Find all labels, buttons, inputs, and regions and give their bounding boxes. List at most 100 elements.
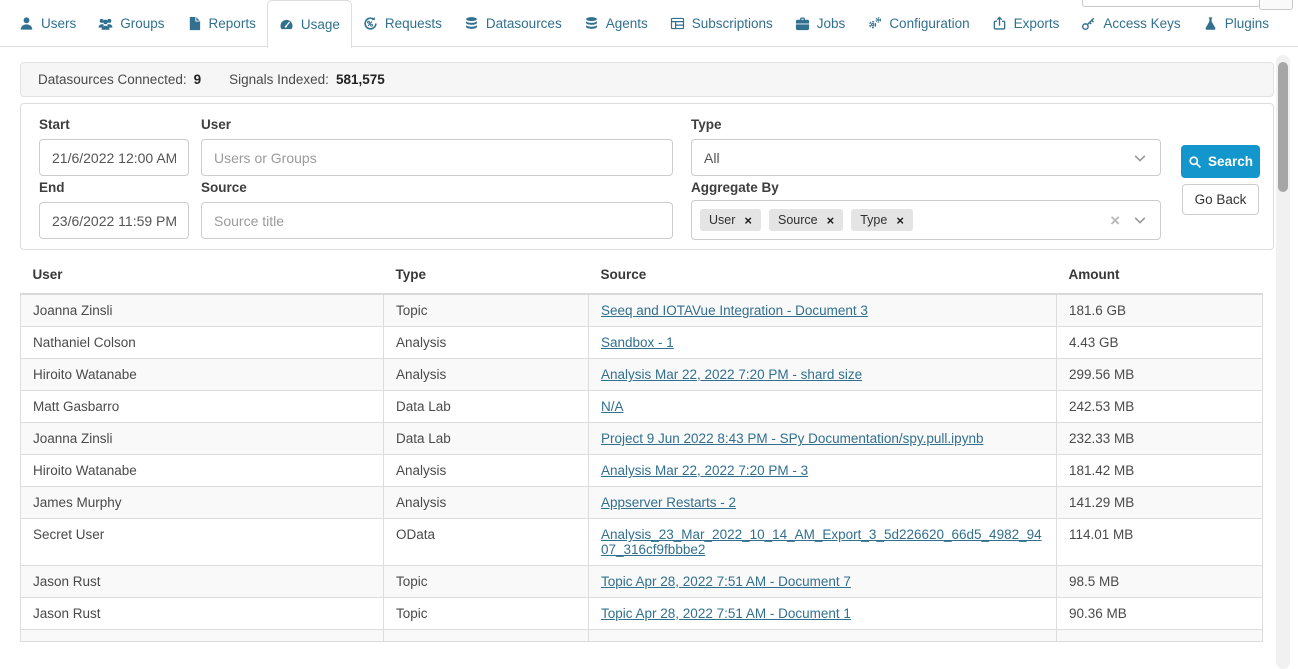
filter-panel: Start End User Source Type All Aggregate… [20, 103, 1274, 250]
table-list-icon [670, 16, 685, 31]
signals-indexed-value: 581,575 [336, 72, 385, 87]
tab-label: Usage [301, 17, 340, 32]
report-icon [187, 16, 202, 31]
aggregate-tag-type: Type × [851, 209, 913, 231]
cell-source: Analysis Mar 22, 2022 7:20 PM - shard si… [589, 359, 1057, 391]
aggregate-tag-user: User× [700, 209, 761, 231]
cell-type: Data Lab [384, 423, 589, 455]
tab-usage[interactable]: Usage [267, 0, 352, 48]
scrollbar-track[interactable] [1276, 55, 1290, 669]
table-row: Nathaniel ColsonAnalysis Sandbox - 1 4.43 … [21, 327, 1263, 359]
signals-indexed-label: Signals Indexed: [229, 72, 329, 87]
source-link[interactable]: Analysis Mar 22, 2022 7:20 PM - 3 [601, 463, 808, 478]
tab-requests[interactable]: Requests [352, 0, 453, 47]
tab-jobs[interactable]: Jobs [784, 0, 857, 47]
search-button-label: Search [1208, 154, 1253, 169]
tab-reports[interactable]: Reports [176, 0, 267, 47]
tab-label: Groups [120, 16, 164, 31]
tab-label: Reports [209, 16, 256, 31]
database-icon [584, 16, 599, 31]
cell-user: Nathaniel Colson [21, 327, 384, 359]
chevron-down-icon [1132, 212, 1148, 228]
remove-tag-icon[interactable]: × [896, 214, 904, 227]
aggregate-tag-source: Source× [769, 209, 843, 231]
start-date-input[interactable] [39, 139, 189, 176]
cell-empty [384, 630, 589, 642]
table-row: Jason RustTopicTopic Apr 28, 2022 7:51 A… [21, 566, 1263, 598]
aggregate-by-select[interactable]: User× Source× Type × × [691, 200, 1161, 240]
source-link[interactable]: Project 9 Jun 2022 8:43 PM - SPy Documen… [601, 431, 983, 446]
type-select[interactable]: All [691, 139, 1161, 176]
user-filter-input[interactable] [201, 139, 673, 176]
tab-label: Users [41, 16, 76, 31]
cell-type: Analysis [384, 359, 589, 391]
source-link[interactable]: Topic Apr 28, 2022 7:51 AM - Document 7 [601, 574, 851, 589]
users-icon [98, 16, 113, 31]
table-row: Joanna ZinsliData LabProject 9 Jun 2022 … [21, 423, 1263, 455]
datasources-connected-label: Datasources Connected: [38, 72, 187, 87]
aggregate-tags: User× Source× Type × [700, 209, 921, 231]
cell-user: Joanna Zinsli [21, 294, 384, 327]
cell-user: James Murphy [21, 487, 384, 519]
cell-type: Analysis [384, 327, 589, 359]
column-header-type: Type [384, 258, 589, 294]
table-row: Hiroito WatanabeAnalysisAnalysis Mar 22,… [21, 359, 1263, 391]
start-label: Start [39, 117, 70, 132]
tab-label: Datasources [486, 16, 562, 31]
source-filter-input[interactable] [201, 202, 673, 239]
table-row: James MurphyAnalysisAppserver Restarts -… [21, 487, 1263, 519]
flask-icon [1203, 16, 1218, 31]
cell-user: Hiroito Watanabe [21, 455, 384, 487]
remove-tag-icon[interactable]: × [827, 214, 835, 227]
source-link[interactable]: Analysis_23_Mar_2022_10_14_AM_Export_3_5… [601, 527, 1042, 557]
chevron-down-icon [1132, 150, 1148, 166]
source-link[interactable]: Seeq and IOTAVue Integration - Document … [601, 303, 868, 318]
cell-source: Appserver Restarts - 2 [589, 487, 1057, 519]
tag-label: Type [860, 213, 887, 227]
go-back-button[interactable]: Go Back [1182, 184, 1259, 215]
cell-amount: 90.36 MB [1057, 598, 1263, 630]
top-search-button[interactable] [1259, 0, 1293, 10]
search-button[interactable]: Search [1181, 145, 1260, 178]
tab-exports[interactable]: Exports [981, 0, 1071, 47]
table-row-partial [21, 630, 1263, 642]
cell-amount: 299.56 MB [1057, 359, 1263, 391]
cell-source: N/A [589, 391, 1057, 423]
tab-bar: Users Groups Reports Usage Requests Datasourc… [0, 0, 1298, 48]
cell-type: Analysis [384, 455, 589, 487]
type-label: Type [691, 117, 722, 132]
briefcase-icon [795, 16, 810, 31]
cell-type: Topic [384, 566, 589, 598]
source-link[interactable]: Analysis Mar 22, 2022 7:20 PM - shard si… [601, 367, 862, 382]
tab-subscriptions[interactable]: Subscriptions [659, 0, 784, 47]
tab-agents[interactable]: Agents [573, 0, 659, 47]
cell-amount: 4.43 GB [1057, 327, 1263, 359]
clear-x-icon[interactable]: × [1110, 212, 1120, 229]
source-link[interactable]: Topic Apr 28, 2022 7:51 AM - Document 1 [601, 606, 851, 621]
cell-amount: 181.6 GB [1057, 294, 1263, 327]
source-link[interactable]: Appserver Restarts - 2 [601, 495, 736, 510]
source-label: Source [201, 180, 247, 195]
cell-type: OData [384, 519, 589, 566]
cell-empty [589, 630, 1057, 642]
tab-configuration[interactable]: Configuration [856, 0, 980, 47]
column-header-amount: Amount [1057, 258, 1263, 294]
remove-tag-icon[interactable]: × [744, 214, 752, 227]
export-icon [992, 16, 1007, 31]
tab-label: Configuration [889, 16, 969, 31]
type-select-value: All [704, 150, 720, 166]
source-link[interactable]: N/A [601, 399, 624, 414]
tab-groups[interactable]: Groups [87, 0, 175, 47]
gears-icon [867, 16, 882, 31]
tab-datasources[interactable]: Datasources [453, 0, 573, 47]
top-search-input[interactable] [1082, 0, 1260, 7]
cell-user: Jason Rust [21, 598, 384, 630]
cell-empty [21, 630, 384, 642]
tab-label: Subscriptions [692, 16, 773, 31]
tab-users[interactable]: Users [8, 0, 87, 47]
source-link[interactable]: Sandbox - 1 [601, 335, 674, 350]
end-date-input[interactable] [39, 202, 189, 239]
scrollbar-thumb[interactable] [1278, 62, 1288, 192]
tab-access-keys[interactable]: Access Keys [1070, 0, 1191, 47]
cell-amount: 181.42 MB [1057, 455, 1263, 487]
